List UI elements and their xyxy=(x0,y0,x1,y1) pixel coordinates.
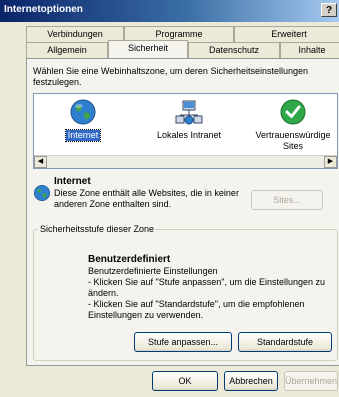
title-bar: Internetoptionen ? xyxy=(0,0,339,22)
ok-button[interactable]: OK xyxy=(152,371,218,391)
globe-icon xyxy=(70,99,96,125)
scroll-right-icon[interactable]: ▶ xyxy=(324,156,337,168)
level-line: - Klicken Sie auf "Standardstufe", um di… xyxy=(88,299,305,320)
cancel-button[interactable]: Abbrechen xyxy=(224,371,278,391)
zone-local-intranet[interactable]: Lokales Intranet xyxy=(144,98,234,141)
zone-internet[interactable]: Internet xyxy=(48,98,118,142)
help-button[interactable]: ? xyxy=(321,3,337,17)
window-title: Internetoptionen xyxy=(4,4,83,15)
intranet-icon xyxy=(175,100,203,125)
security-panel: Wählen Sie eine Webinhaltszone, um deren… xyxy=(26,58,339,366)
tab-inhalte[interactable]: Inhalte xyxy=(280,42,339,58)
scroll-left-icon[interactable]: ◀ xyxy=(34,156,47,168)
sites-button[interactable]: Sites... xyxy=(251,190,323,210)
zone-label-intranet: Lokales Intranet xyxy=(156,130,222,140)
security-level-description: Benutzerdefinierte Einstellungen - Klick… xyxy=(88,266,334,321)
selected-zone-description: Diese Zone enthält alle Websites, die in… xyxy=(54,188,239,209)
security-level-group: Sicherheitsstufe dieser Zone Benutzerdef… xyxy=(33,224,338,361)
selected-zone-title: Internet xyxy=(54,176,91,187)
tab-sicherheit[interactable]: Sicherheit xyxy=(108,40,188,58)
selected-zone-info: Internet Diese Zone enthält alle Website… xyxy=(33,176,338,216)
zone-label-trusted: Vertrauenswürdige Sites xyxy=(255,130,331,151)
zone-list[interactable]: Internet Lokales Intranet Vertrauenswürd… xyxy=(33,93,338,169)
level-line: - Klicken Sie auf "Stufe anpassen", um d… xyxy=(88,277,326,298)
globe-icon xyxy=(33,184,51,202)
zone-intro-text: Wählen Sie eine Webinhaltszone, um deren… xyxy=(33,66,309,87)
apply-button[interactable]: Übernehmen xyxy=(284,371,338,391)
custom-level-button[interactable]: Stufe anpassen... xyxy=(134,332,232,352)
checkmark-icon xyxy=(280,99,306,125)
zone-trusted-sites[interactable]: Vertrauenswürdige Sites xyxy=(252,98,334,152)
default-level-button[interactable]: Standardstufe xyxy=(238,332,332,352)
security-level-title: Benutzerdefiniert xyxy=(88,254,171,265)
tab-datenschutz[interactable]: Datenschutz xyxy=(188,42,280,58)
zone-label-internet: Internet xyxy=(64,129,102,142)
level-line: Benutzerdefinierte Einstellungen xyxy=(88,266,218,276)
horizontal-scrollbar[interactable]: ◀ ▶ xyxy=(34,155,337,168)
security-level-legend: Sicherheitsstufe dieser Zone xyxy=(38,224,157,234)
tab-allgemein[interactable]: Allgemein xyxy=(26,42,108,58)
tab-erweitert[interactable]: Erweitert xyxy=(234,26,339,42)
